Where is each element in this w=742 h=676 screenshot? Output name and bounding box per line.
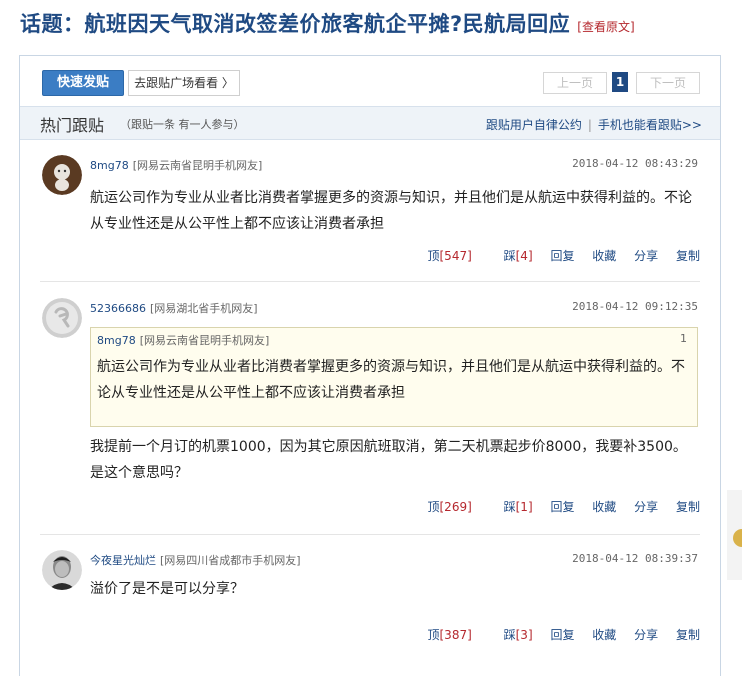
go-plaza-button[interactable]: 去跟贴广场看看 〉	[128, 70, 240, 96]
upvote-button[interactable]: 顶[387]	[413, 628, 471, 642]
current-page[interactable]: 1	[612, 72, 628, 92]
favorite-button[interactable]: 收藏	[592, 500, 616, 514]
comment-actions: 顶[547] 踩[4] 回复 收藏 分享 复制	[399, 247, 700, 264]
prev-page-button[interactable]: 上一页	[543, 72, 607, 94]
comment-time: 2018-04-12 09:12:35	[572, 300, 698, 313]
side-widget-icon	[727, 490, 742, 580]
quick-post-button[interactable]: 快速发贴	[42, 70, 124, 96]
share-button[interactable]: 分享	[634, 628, 658, 642]
downvote-label: 踩	[503, 500, 516, 514]
convention-link[interactable]: 跟贴用户自律公约	[486, 118, 582, 132]
username-link[interactable]: 今夜星光灿烂	[90, 554, 156, 567]
downvote-button[interactable]: 踩[4]	[490, 249, 533, 263]
hot-comments-header: 热门跟贴 （跟贴一条 有一人参与） 跟贴用户自律公约 | 手机也能看跟贴>>	[20, 106, 720, 140]
share-button[interactable]: 分享	[634, 249, 658, 263]
upvote-label: 顶	[427, 500, 440, 514]
quoted-comment: 8mg78 [网易云南省昆明手机网友] 1 航运公司作为专业从业者比消费者掌握更多…	[90, 327, 698, 427]
quoted-text: 航运公司作为专业从业者比消费者掌握更多的资源与知识，并且他们是从航运中获得利益的…	[97, 359, 685, 401]
comment-author: 8mg78 [网易云南省昆明手机网友]	[90, 157, 262, 173]
comment-time: 2018-04-12 08:39:37	[572, 552, 698, 565]
upvote-count: [547]	[439, 249, 472, 263]
next-page-button[interactable]: 下一页	[636, 72, 700, 94]
username-link[interactable]: 52366686	[90, 302, 146, 315]
favorite-button[interactable]: 收藏	[592, 628, 616, 642]
upvote-button[interactable]: 顶[269]	[413, 500, 471, 514]
topic-title: 话题：航班因天气取消改签差价旅客航企平摊?民航局回应	[20, 12, 571, 36]
downvote-button[interactable]: 踩[3]	[490, 628, 533, 642]
comment-text: 溢价了是不是可以分享？	[90, 581, 244, 597]
default-avatar-icon	[42, 298, 82, 338]
downvote-count: [1]	[515, 500, 533, 514]
upvote-label: 顶	[427, 249, 440, 263]
downvote-button[interactable]: 踩[1]	[490, 500, 533, 514]
avatar[interactable]	[42, 550, 82, 590]
comment-item: 今夜星光灿烂 [网易四川省成都市手机网友] 2018-04-12 08:39:37…	[20, 540, 720, 650]
mobile-link[interactable]: 手机也能看跟贴>>	[598, 118, 702, 132]
upvote-count: [387]	[439, 628, 472, 642]
hot-header-links: 跟贴用户自律公约 | 手机也能看跟贴>>	[486, 116, 702, 133]
reply-button[interactable]: 回复	[550, 500, 574, 514]
divider	[40, 534, 700, 535]
share-button[interactable]: 分享	[634, 500, 658, 514]
side-widget-edge	[727, 490, 742, 580]
comment-actions: 顶[387] 踩[3] 回复 收藏 分享 复制	[399, 626, 700, 643]
user-location: [网易四川省成都市手机网友]	[160, 554, 301, 567]
upvote-count: [269]	[439, 500, 472, 514]
quoted-user-location: [网易云南省昆明手机网友]	[139, 334, 270, 347]
avatar-image	[42, 550, 82, 590]
topic-header: 话题：航班因天气取消改签差价旅客航企平摊?民航局回应 [查看原文]	[20, 8, 635, 38]
copy-button[interactable]: 复制	[676, 249, 700, 263]
user-location: [网易湖北省手机网友]	[150, 302, 258, 315]
user-location: [网易云南省昆明手机网友]	[132, 159, 263, 172]
avatar[interactable]	[42, 155, 82, 195]
hot-comments-title: 热门跟贴	[40, 116, 105, 135]
comment-time: 2018-04-12 08:43:29	[572, 157, 698, 170]
comment-author: 52366686 [网易湖北省手机网友]	[90, 300, 258, 316]
username-link[interactable]: 8mg78	[90, 159, 129, 172]
upvote-button[interactable]: 顶[547]	[413, 249, 471, 263]
hot-comments-count: （跟贴一条 有一人参与）	[120, 118, 245, 131]
reply-button[interactable]: 回复	[550, 249, 574, 263]
copy-button[interactable]: 复制	[676, 500, 700, 514]
comment-author: 今夜星光灿烂 [网易四川省成都市手机网友]	[90, 552, 301, 568]
avatar-image	[42, 155, 82, 195]
quote-floor-number: 1	[680, 332, 687, 345]
divider	[40, 281, 700, 282]
comments-panel: 快速发贴 去跟贴广场看看 〉 上一页 1 下一页 热门跟贴 （跟贴一条 有一人参…	[19, 55, 721, 676]
favorite-button[interactable]: 收藏	[592, 249, 616, 263]
separator: |	[587, 118, 592, 132]
downvote-label: 踩	[503, 249, 516, 263]
comment-text: 航运公司作为专业从业者比消费者掌握更多的资源与知识，并且他们是从航运中获得利益的…	[90, 190, 692, 232]
downvote-count: [4]	[515, 249, 533, 263]
comment-text: 我提前一个月订的机票1000，因为其它原因航班取消，第二天机票起步价8000，我…	[90, 439, 687, 481]
toolbar: 快速发贴 去跟贴广场看看 〉 上一页 1 下一页	[20, 56, 720, 106]
downvote-label: 踩	[503, 628, 516, 642]
quoted-username-link[interactable]: 8mg78	[97, 334, 136, 347]
comment-item: 52366686 [网易湖北省手机网友] 2018-04-12 09:12:35 …	[20, 288, 720, 540]
avatar[interactable]	[42, 298, 82, 338]
view-original-link[interactable]: [查看原文]	[577, 20, 634, 34]
upvote-label: 顶	[427, 628, 440, 642]
comment-item: 8mg78 [网易云南省昆明手机网友] 2018-04-12 08:43:29 航…	[20, 141, 720, 281]
quoted-author: 8mg78 [网易云南省昆明手机网友]	[97, 332, 269, 348]
reply-button[interactable]: 回复	[550, 628, 574, 642]
copy-button[interactable]: 复制	[676, 628, 700, 642]
comment-actions: 顶[269] 踩[1] 回复 收藏 分享 复制	[399, 498, 700, 515]
downvote-count: [3]	[515, 628, 533, 642]
